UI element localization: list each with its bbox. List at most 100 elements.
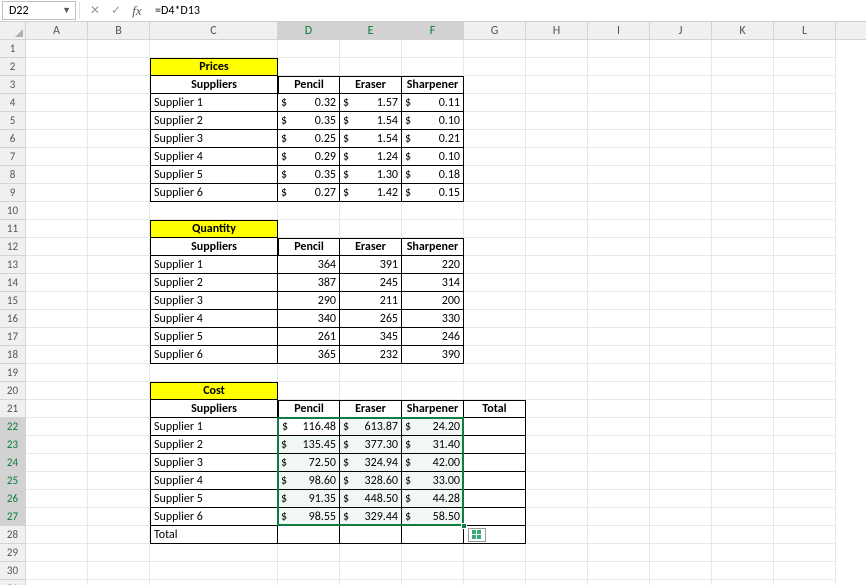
cell-H18[interactable] (526, 346, 588, 364)
cell-H29[interactable] (526, 544, 588, 562)
cell-J27[interactable] (650, 508, 712, 526)
cell-E19[interactable] (340, 364, 402, 382)
cell-J8[interactable] (650, 166, 712, 184)
cell-B15[interactable] (88, 292, 150, 310)
cell-D18[interactable]: 365 (278, 346, 340, 364)
cell-E15[interactable]: 211 (340, 292, 402, 310)
cell-H17[interactable] (526, 328, 588, 346)
cell-D31[interactable] (278, 580, 340, 585)
cell-C14[interactable]: Supplier 2 (150, 274, 278, 292)
select-all-corner[interactable] (0, 22, 26, 40)
cell-E26[interactable]: $448.50 (340, 490, 402, 508)
cell-E30[interactable] (340, 562, 402, 580)
column-header-J[interactable]: J (650, 22, 712, 39)
cell-C31[interactable] (150, 580, 278, 585)
chevron-down-icon[interactable]: ▼ (62, 5, 71, 16)
cell-A6[interactable] (26, 130, 88, 148)
cell-E25[interactable]: $328.60 (340, 472, 402, 490)
cell-I15[interactable] (588, 292, 650, 310)
cell-D5[interactable]: $0.35 (278, 112, 340, 130)
cell-K17[interactable] (712, 328, 774, 346)
fx-button[interactable]: fx (127, 2, 147, 20)
cell-C15[interactable]: Supplier 3 (150, 292, 278, 310)
cell-F25[interactable]: $33.00 (402, 472, 464, 490)
cell-E21[interactable]: Eraser (340, 400, 402, 418)
row-header-22[interactable]: 22 (0, 418, 25, 436)
cell-C17[interactable]: Supplier 5 (150, 328, 278, 346)
cell-C26[interactable]: Supplier 5 (150, 490, 278, 508)
cell-I12[interactable] (588, 238, 650, 256)
cell-A22[interactable] (26, 418, 88, 436)
cell-D14[interactable]: 387 (278, 274, 340, 292)
cell-D13[interactable]: 364 (278, 256, 340, 274)
cell-H12[interactable] (526, 238, 588, 256)
cell-I6[interactable] (588, 130, 650, 148)
cell-J13[interactable] (650, 256, 712, 274)
cell-G20[interactable] (464, 382, 526, 400)
cell-B28[interactable] (88, 526, 150, 544)
cell-B10[interactable] (88, 202, 150, 220)
cell-J19[interactable] (650, 364, 712, 382)
cell-G24[interactable] (464, 454, 526, 472)
cell-I11[interactable] (588, 220, 650, 238)
cell-G29[interactable] (464, 544, 526, 562)
cell-E4[interactable]: $1.57 (340, 94, 402, 112)
cell-B31[interactable] (88, 580, 150, 585)
cell-B11[interactable] (88, 220, 150, 238)
cell-H23[interactable] (526, 436, 588, 454)
cell-A24[interactable] (26, 454, 88, 472)
cell-K24[interactable] (712, 454, 774, 472)
row-header-10[interactable]: 10 (0, 202, 25, 220)
cell-K16[interactable] (712, 310, 774, 328)
column-header-B[interactable]: B (88, 22, 150, 39)
cell-H19[interactable] (526, 364, 588, 382)
cell-G1[interactable] (464, 40, 526, 58)
cell-L30[interactable] (774, 562, 836, 580)
cell-J6[interactable] (650, 130, 712, 148)
cell-J15[interactable] (650, 292, 712, 310)
cell-H21[interactable] (526, 400, 588, 418)
cell-I31[interactable] (588, 580, 650, 585)
cell-D4[interactable]: $0.32 (278, 94, 340, 112)
cell-K21[interactable] (712, 400, 774, 418)
column-header-E[interactable]: E (340, 22, 402, 39)
cell-D17[interactable]: 261 (278, 328, 340, 346)
cell-J23[interactable] (650, 436, 712, 454)
cell-J21[interactable] (650, 400, 712, 418)
cell-B30[interactable] (88, 562, 150, 580)
cell-I28[interactable] (588, 526, 650, 544)
cell-K22[interactable] (712, 418, 774, 436)
cell-C13[interactable]: Supplier 1 (150, 256, 278, 274)
cell-F14[interactable]: 314 (402, 274, 464, 292)
cell-G25[interactable] (464, 472, 526, 490)
cell-I17[interactable] (588, 328, 650, 346)
cell-F10[interactable] (402, 202, 464, 220)
spreadsheet-grid[interactable]: ABCDEFGHIJKL 123456789101112131415161718… (0, 22, 866, 585)
cell-K28[interactable] (712, 526, 774, 544)
cell-I8[interactable] (588, 166, 650, 184)
cell-F18[interactable]: 390 (402, 346, 464, 364)
cell-D25[interactable]: $98.60 (278, 472, 340, 490)
cell-G19[interactable] (464, 364, 526, 382)
cell-I29[interactable] (588, 544, 650, 562)
cell-E22[interactable]: $613.87 (340, 418, 402, 436)
cell-L8[interactable] (774, 166, 836, 184)
cell-H13[interactable] (526, 256, 588, 274)
column-header-D[interactable]: D (278, 22, 340, 39)
cell-H4[interactable] (526, 94, 588, 112)
cell-B17[interactable] (88, 328, 150, 346)
cell-K4[interactable] (712, 94, 774, 112)
row-header-3[interactable]: 3 (0, 76, 25, 94)
cell-A31[interactable] (26, 580, 88, 585)
cell-I3[interactable] (588, 76, 650, 94)
row-header-18[interactable]: 18 (0, 346, 25, 364)
cell-H26[interactable] (526, 490, 588, 508)
cell-E5[interactable]: $1.54 (340, 112, 402, 130)
cell-F31[interactable] (402, 580, 464, 585)
cell-F29[interactable] (402, 544, 464, 562)
cell-E17[interactable]: 345 (340, 328, 402, 346)
cell-A25[interactable] (26, 472, 88, 490)
cell-G27[interactable] (464, 508, 526, 526)
row-header-16[interactable]: 16 (0, 310, 25, 328)
cell-F21[interactable]: Sharpener (402, 400, 464, 418)
